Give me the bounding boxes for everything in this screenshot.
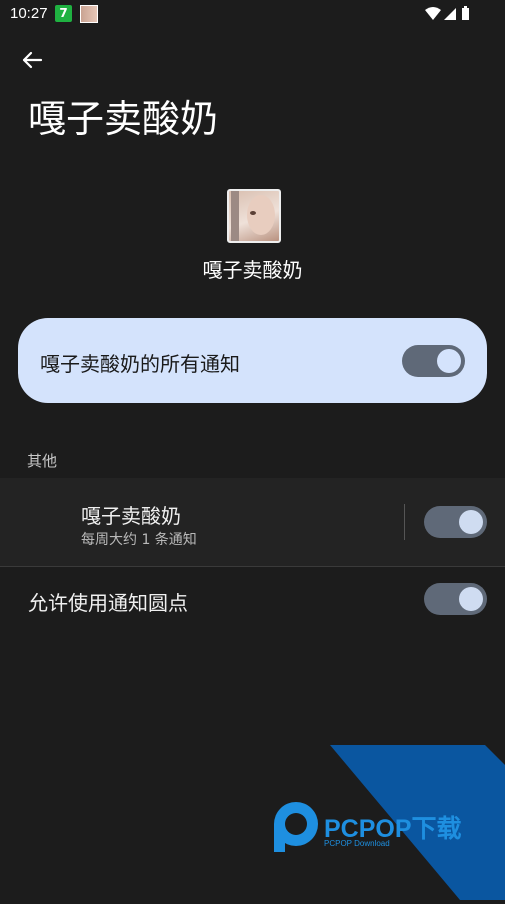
app-icon xyxy=(227,189,281,243)
channel-title: 嘎子卖酸奶 xyxy=(81,504,181,528)
app-name: 嘎子卖酸奶 xyxy=(202,258,303,282)
back-button[interactable] xyxy=(18,46,46,74)
watermark-tagline: PCPOP Download xyxy=(324,839,390,848)
all-notifications-card[interactable]: 嘎子卖酸奶的所有通知 xyxy=(18,318,487,403)
status-bar: 10:27 7 xyxy=(0,0,505,30)
page-title: 嘎子卖酸奶 xyxy=(28,97,219,141)
status-time: 10:27 xyxy=(10,5,48,22)
battery-icon xyxy=(462,6,469,20)
wifi-icon xyxy=(425,7,441,20)
pcpop-logo-icon xyxy=(274,802,318,852)
status-icons xyxy=(425,6,475,26)
image-notification-icon xyxy=(80,5,98,23)
channel-toggle[interactable] xyxy=(424,506,487,538)
toggle-knob xyxy=(459,510,483,534)
watermark: PCPOP下载 PCPOP Download xyxy=(0,740,505,900)
app-badge-icon: 7 xyxy=(55,5,72,22)
notification-dot-toggle[interactable] xyxy=(424,583,487,615)
divider xyxy=(404,504,405,540)
signal-icon xyxy=(444,8,456,20)
channel-row[interactable]: 嘎子卖酸奶 每周大约 1 条通知 xyxy=(0,478,505,566)
channel-subtitle: 每周大约 1 条通知 xyxy=(81,532,197,548)
all-notifications-toggle[interactable] xyxy=(402,345,465,377)
all-notifications-label: 嘎子卖酸奶的所有通知 xyxy=(40,352,240,376)
notification-dot-row[interactable]: 允许使用通知圆点 xyxy=(0,567,505,633)
back-arrow-icon xyxy=(22,51,43,69)
notification-dot-label: 允许使用通知圆点 xyxy=(28,591,188,615)
toggle-knob xyxy=(459,587,483,611)
section-header: 其他 xyxy=(27,452,58,470)
toggle-knob xyxy=(437,349,461,373)
